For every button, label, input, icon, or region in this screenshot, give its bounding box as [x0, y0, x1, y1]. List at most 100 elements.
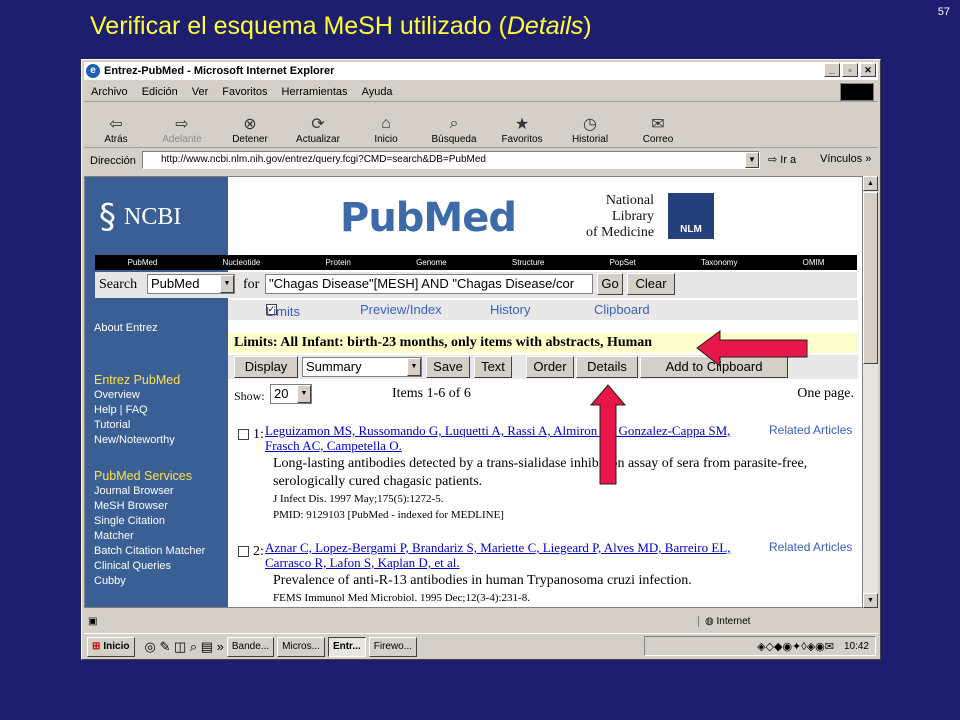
result-title-2: Prevalence of anti-R-13 antibodies in hu…: [273, 573, 692, 588]
nav-nucleotide[interactable]: Nucleotide: [223, 258, 261, 267]
toolbar-mail-button[interactable]: ✉ Correo: [624, 107, 692, 147]
related-articles-link-2[interactable]: Related Articles: [769, 540, 852, 555]
menu-archivo[interactable]: Archivo: [91, 86, 128, 98]
windows-flag-icon: ⊞: [92, 641, 101, 652]
add-to-clipboard-button[interactable]: Add to Clipboard: [640, 356, 788, 378]
sidebar-link-single[interactable]: Single Citation: [94, 514, 205, 529]
page-status-icon: ▣: [88, 615, 98, 627]
quicklaunch-icons[interactable]: ◎ ✎ ◫ ⌕ ▤ »: [145, 639, 224, 655]
toolbar-search-button[interactable]: ⌕ Búsqueda: [420, 107, 488, 147]
scroll-down-button[interactable]: ▼: [863, 593, 878, 608]
mail-icon: ✉: [651, 116, 665, 133]
minimize-button[interactable]: _: [824, 63, 840, 77]
result-checkbox-1[interactable]: [238, 429, 249, 440]
display-button[interactable]: Display: [234, 356, 298, 378]
tab-preview[interactable]: Preview/Index: [360, 302, 442, 317]
about-entrez-link[interactable]: About Entrez: [94, 321, 158, 336]
ncbi-logo[interactable]: § NCBI: [99, 197, 181, 237]
links-label[interactable]: Vínculos »: [820, 153, 871, 165]
tray-icons[interactable]: ◈◇◆◉✦◊◈◉✉: [757, 640, 834, 653]
toolbar-label: Actualizar: [296, 134, 340, 145]
nav-omim[interactable]: OMIM: [803, 258, 825, 267]
menu-edicion[interactable]: Edición: [142, 86, 178, 98]
slide-number: 57: [937, 6, 950, 18]
toolbar-label: Favoritos: [501, 134, 543, 145]
favorites-icon: ★: [514, 116, 530, 133]
pages-info: One page.: [797, 386, 854, 401]
display-row: Display Summary ▼ Save Text Order Details…: [228, 355, 858, 379]
toolbar-stop-button[interactable]: ⊗ Detener: [216, 107, 284, 147]
close-button[interactable]: ✕: [860, 63, 876, 77]
status-bar: ▣ ◍ Internet: [84, 612, 878, 630]
related-articles-link-1[interactable]: Related Articles: [769, 423, 852, 438]
back-arrow-icon: ⇦: [109, 116, 123, 133]
sidebar-link-batch[interactable]: Batch Citation Matcher: [94, 544, 205, 559]
nlm-logo-icon[interactable]: NLM: [668, 193, 714, 239]
result-source-2: FEMS Immunol Med Microbiol. 1995 Dec;12(…: [273, 592, 530, 604]
address-input[interactable]: http://www.ncbi.nlm.nih.gov/entrez/query…: [142, 151, 760, 169]
sidebar-link-overview[interactable]: Overview: [94, 388, 180, 403]
sidebar-link-clinical[interactable]: Clinical Queries: [94, 559, 205, 574]
database-select[interactable]: PubMed ▼: [147, 274, 235, 294]
sidebar-link-journal[interactable]: Journal Browser: [94, 484, 205, 499]
sidebar-link-mesh[interactable]: MeSH Browser: [94, 499, 205, 514]
nav-taxonomy[interactable]: Taxonomy: [701, 258, 737, 267]
scroll-thumb[interactable]: [863, 192, 878, 364]
tab-history[interactable]: History: [490, 302, 530, 317]
toolbar-back-arrow-button[interactable]: ⇦ Atrás: [84, 107, 148, 147]
nav-genome[interactable]: Genome: [416, 258, 447, 267]
nlm-text: National Library of Medicine: [586, 193, 655, 240]
clear-button[interactable]: Clear: [627, 273, 675, 295]
maximize-button[interactable]: ▫: [842, 63, 858, 77]
result-checkbox-2[interactable]: [238, 546, 249, 557]
sidebar-link-new[interactable]: New/Noteworthy: [94, 433, 180, 448]
menu-herramientas[interactable]: Herramientas: [282, 86, 348, 98]
ie-icon: e: [86, 64, 100, 78]
sidebar-link-matcher[interactable]: Matcher: [94, 529, 205, 544]
text-button[interactable]: Text: [474, 356, 512, 378]
scroll-up-button[interactable]: ▲: [863, 176, 878, 191]
menu-ayuda[interactable]: Ayuda: [362, 86, 393, 98]
sidebar-link-help-faq[interactable]: Help | FAQ: [94, 403, 180, 418]
clock: 10:42: [843, 640, 869, 652]
nav-popset[interactable]: PopSet: [610, 258, 636, 267]
task-micros[interactable]: Micros...: [277, 636, 325, 657]
tab-clipboard[interactable]: Clipboard: [594, 302, 650, 317]
result-number-1: 1:: [253, 427, 264, 442]
start-button[interactable]: ⊞ Inicio: [87, 636, 135, 657]
task-bande[interactable]: Bande...: [226, 636, 275, 657]
address-dropdown-button[interactable]: ▼: [745, 152, 759, 168]
vertical-scrollbar[interactable]: ▲ ▼: [863, 176, 878, 608]
task-fireworks[interactable]: Firewo...: [368, 636, 418, 657]
nav-structure[interactable]: Structure: [512, 258, 544, 267]
go-search-button[interactable]: Go: [597, 273, 623, 295]
slide-title: Verificar el esquema MeSH utilizado (Det…: [90, 12, 592, 40]
nav-pubmed[interactable]: PubMed: [128, 258, 158, 267]
order-button[interactable]: Order: [526, 356, 574, 378]
toolbar-label: Inicio: [374, 134, 398, 145]
menu-ver[interactable]: Ver: [192, 86, 209, 98]
menu-favoritos[interactable]: Favoritos: [222, 86, 267, 98]
toolbar-favorites-button[interactable]: ★ Favoritos: [488, 107, 556, 147]
sidebar-link-tutorial[interactable]: Tutorial: [94, 418, 180, 433]
save-button[interactable]: Save: [426, 356, 470, 378]
toolbar-home-button[interactable]: ⌂ Inicio: [352, 107, 420, 147]
entrez-head: Entrez PubMed: [94, 373, 181, 387]
toolbar-history-button[interactable]: ◷ Historial: [556, 107, 624, 147]
pubmed-logo[interactable]: PubMed: [340, 195, 517, 241]
details-button[interactable]: Details: [576, 356, 638, 378]
show-row: Show: 20 ▼ Items 1-6 of 6 One page.: [228, 382, 858, 406]
search-input[interactable]: "Chagas Disease"[MESH] AND "Chagas Disea…: [265, 274, 593, 294]
go-button[interactable]: ⇨ Ir a: [768, 153, 796, 166]
items-count: Items 1-6 of 6: [392, 386, 471, 401]
sidebar: § NCBI About Entrez Entrez PubMed Overvie…: [85, 177, 228, 607]
window-title: Entrez-PubMed - Microsoft Internet Explo…: [104, 65, 335, 77]
nav-protein[interactable]: Protein: [326, 258, 351, 267]
format-select[interactable]: Summary ▼: [302, 357, 422, 377]
show-count-select[interactable]: 20 ▼: [270, 384, 312, 404]
toolbar-forward-arrow-button[interactable]: ⇨ Adelante: [148, 107, 216, 147]
toolbar-refresh-button[interactable]: ⟳ Actualizar: [284, 107, 352, 147]
task-entrez[interactable]: Entr...: [327, 636, 366, 657]
services-head: PubMed Services: [94, 469, 192, 483]
sidebar-link-cubby[interactable]: Cubby: [94, 574, 205, 589]
